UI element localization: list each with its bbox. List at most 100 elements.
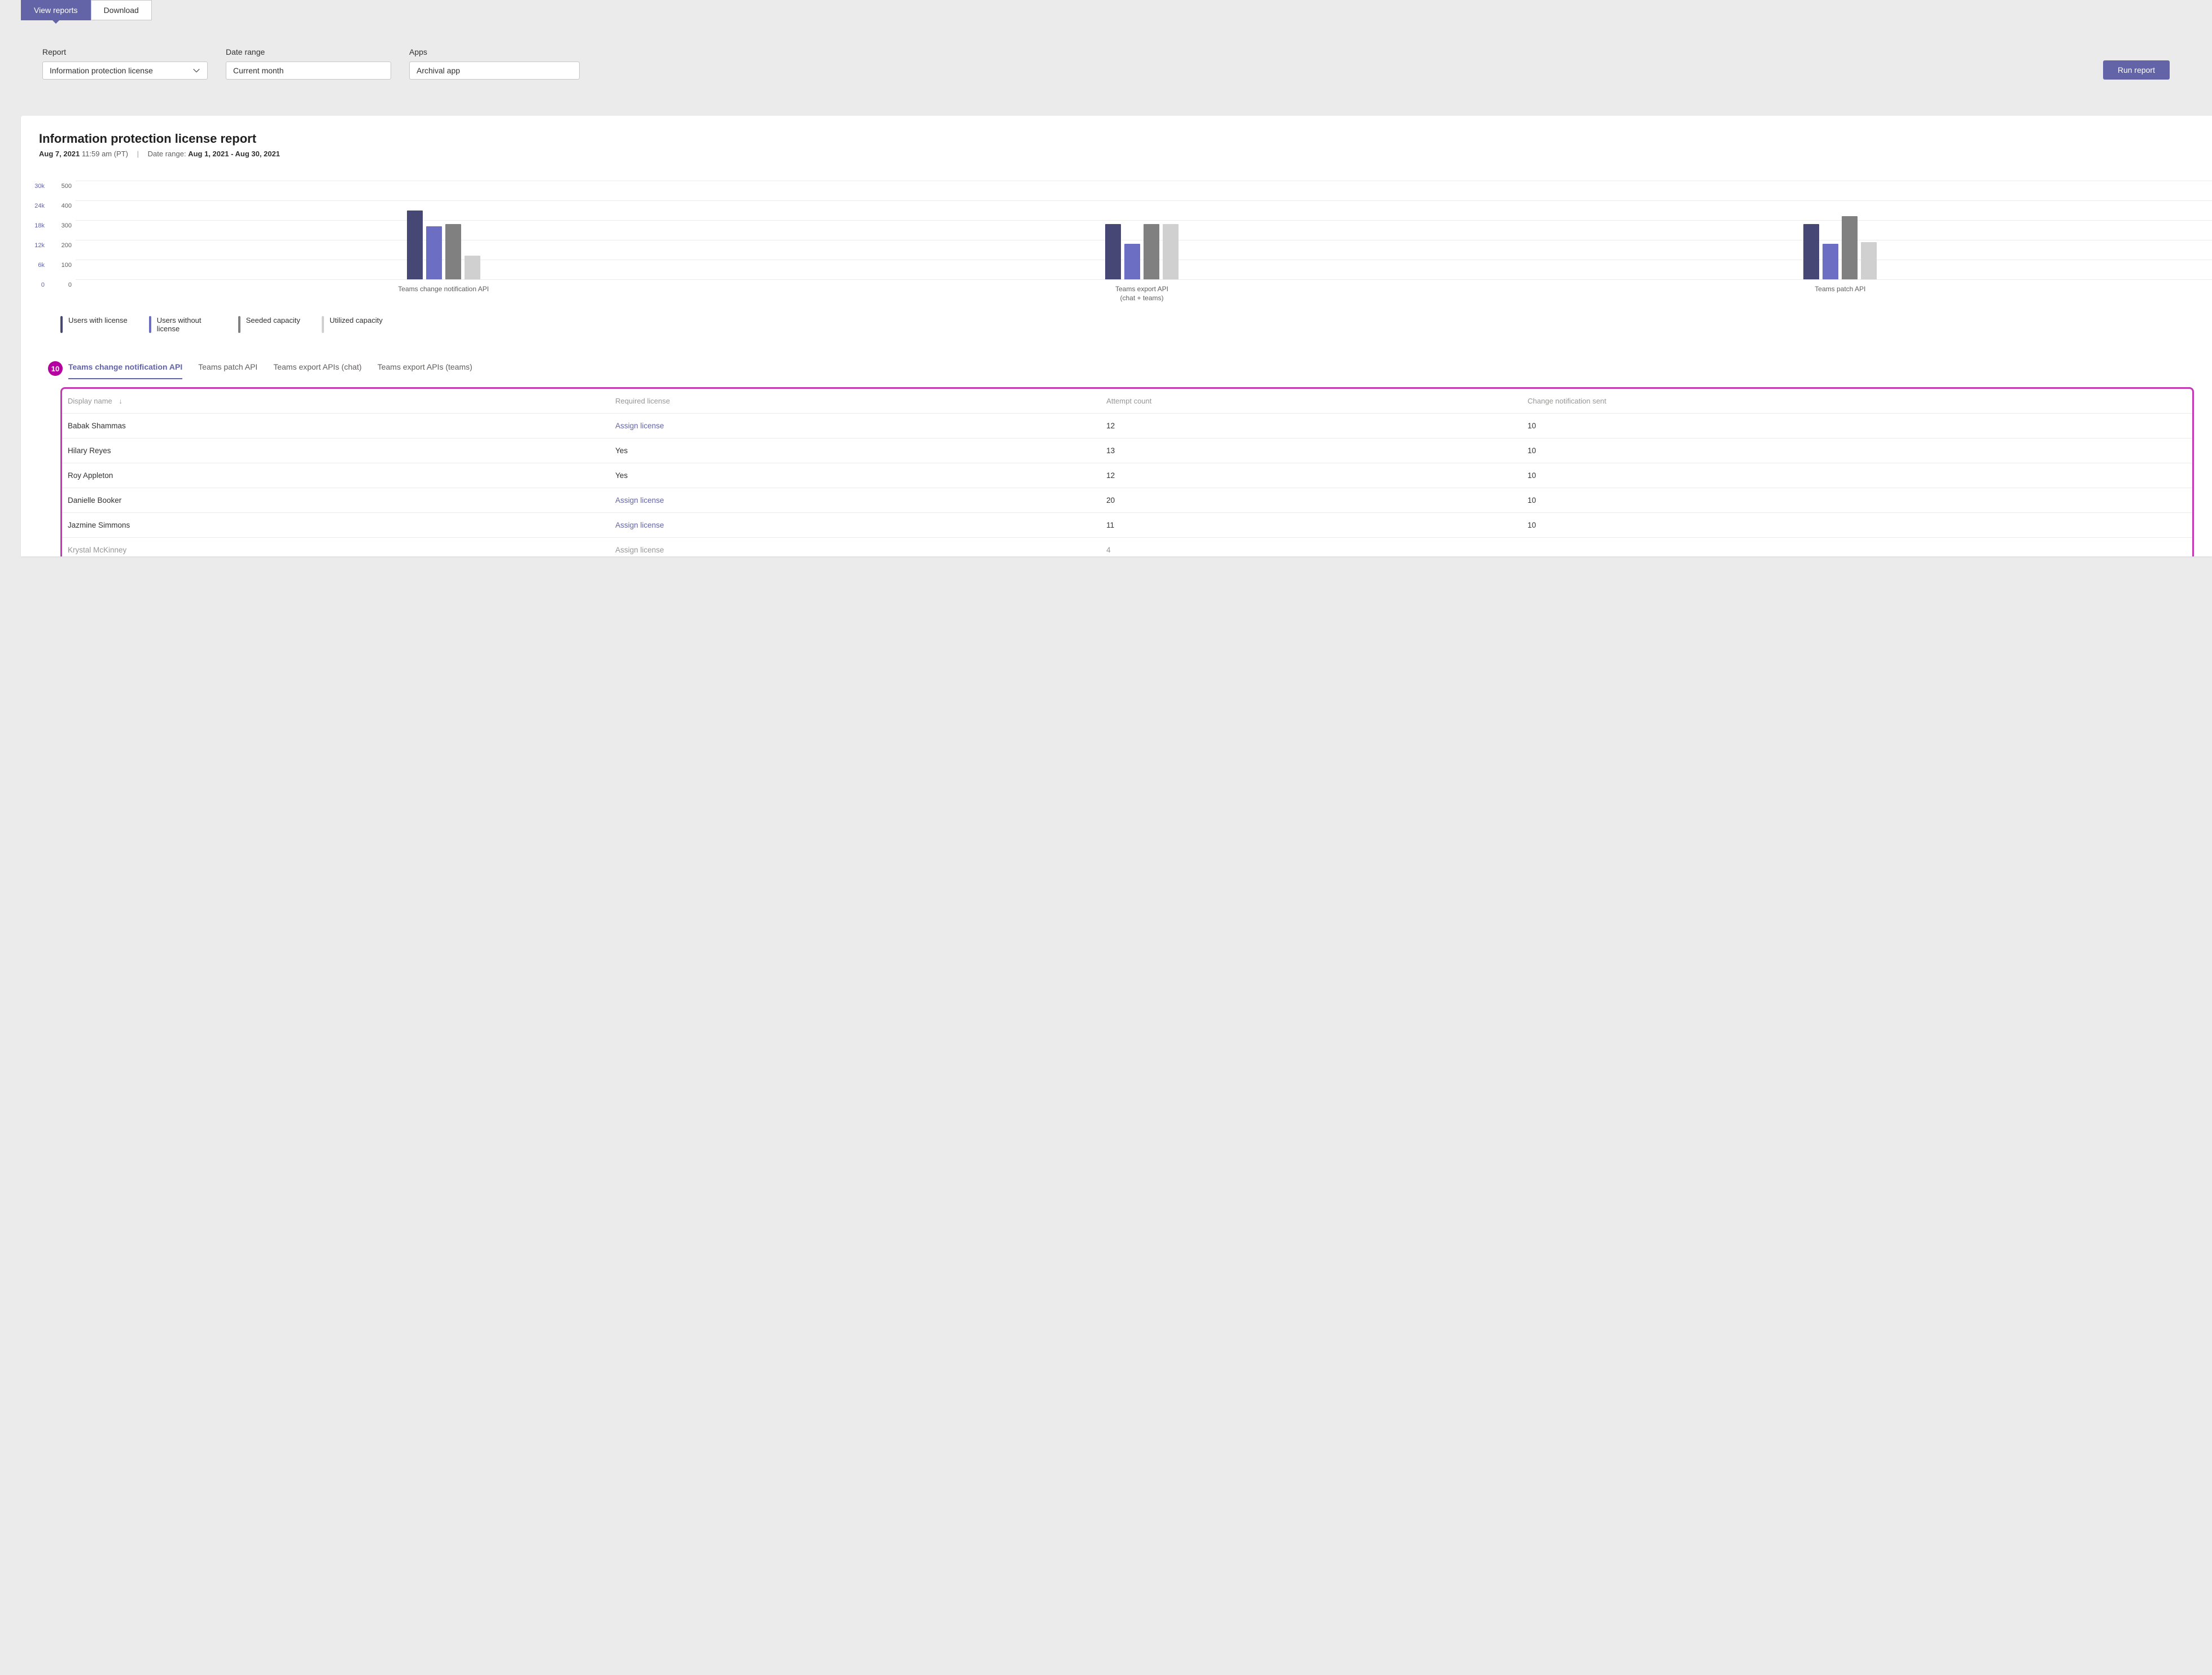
subtab-export-chat[interactable]: Teams export APIs (chat) (273, 358, 361, 379)
cell-required-license: Yes (610, 439, 1101, 463)
y-right-tick: 300 (48, 222, 75, 229)
col-display-name-label: Display name (68, 397, 112, 405)
legend-swatch (238, 316, 240, 333)
col-display-name[interactable]: Display name ↓ (62, 389, 610, 414)
cell-display-name: Jazmine Simmons (62, 513, 610, 538)
tab-download[interactable]: Download (91, 0, 152, 20)
bar-group: Teams export API(chat + teams) (792, 181, 1491, 305)
subtab-patch[interactable]: Teams patch API (198, 358, 257, 379)
bar (465, 256, 480, 279)
cell-notification-sent: 10 (1522, 414, 2192, 439)
tab-view-reports[interactable]: View reports (21, 0, 91, 20)
table-highlight-outline: Display name ↓ Required license Attempt … (60, 387, 2194, 556)
report-title: Information protection license report (39, 131, 2194, 146)
apps-select[interactable]: Archival app (409, 62, 580, 80)
annotation-badge: 10 (48, 361, 63, 376)
cell-display-name: Danielle Booker (62, 488, 610, 513)
apps-select-value: Archival app (417, 66, 460, 75)
bar (426, 226, 442, 280)
col-notification-sent[interactable]: Change notification sent (1522, 389, 2192, 414)
y-right-tick: 200 (48, 242, 75, 249)
legend-swatch (149, 316, 151, 333)
sort-down-icon: ↓ (119, 397, 122, 405)
bar (1803, 224, 1819, 279)
report-timestamp-date: Aug 7, 2021 (39, 150, 80, 158)
cell-attempt-count: 12 (1101, 463, 1522, 488)
cell-display-name: Krystal McKinney (62, 538, 610, 557)
legend: Users with license Users without license S… (21, 305, 2212, 347)
y-right-tick: 100 (48, 262, 75, 269)
bar (407, 211, 423, 280)
bar (1105, 224, 1121, 279)
daterange-select[interactable]: Current month (226, 62, 391, 80)
y-left-tick: 0 (21, 282, 48, 288)
bar-groups: Teams change notification API Teams expor… (94, 181, 2189, 305)
group-label: Teams change notification API (398, 285, 489, 294)
legend-label: Utilized capacity (330, 316, 383, 325)
y-right-tick: 500 (48, 183, 75, 190)
table-row: Danielle BookerAssign license2010 (62, 488, 2192, 513)
daterange-select-value: Current month (233, 66, 283, 75)
report-select-value: Information protection license (50, 66, 153, 75)
cell-attempt-count: 13 (1101, 439, 1522, 463)
cell-required-license: Yes (610, 463, 1101, 488)
bar (1861, 242, 1877, 280)
run-report-button[interactable]: Run report (2103, 60, 2170, 80)
table-row: Roy AppletonYes1210 (62, 463, 2192, 488)
legend-item: Seeded capacity (238, 316, 300, 333)
legend-label: Users with license (68, 316, 128, 325)
filter-panel: Report Information protection license Da… (21, 33, 2191, 97)
legend-label: Seeded capacity (246, 316, 300, 325)
daterange-label: Date range (226, 47, 391, 56)
legend-label: Users without license (157, 316, 217, 333)
legend-swatch (322, 316, 324, 333)
cell-attempt-count: 20 (1101, 488, 1522, 513)
bar (1144, 224, 1159, 279)
cell-notification-sent: 10 (1522, 488, 2192, 513)
y-left-tick: 18k (21, 222, 48, 229)
legend-item: Users without license (149, 316, 217, 333)
cell-display-name: Hilary Reyes (62, 439, 610, 463)
assign-license-link[interactable]: Assign license (610, 513, 1101, 538)
bar (1823, 244, 1838, 279)
top-tabs: View reports Download (0, 0, 2212, 20)
assign-license-link[interactable]: Assign license (610, 488, 1101, 513)
group-label: Teams patch API (1815, 285, 1865, 294)
table-row: Jazmine SimmonsAssign license1110 (62, 513, 2192, 538)
bar (445, 224, 461, 279)
y-left-tick: 6k (21, 262, 48, 269)
cell-attempt-count: 4 (1101, 538, 1522, 557)
y-right-tick: 400 (48, 203, 75, 209)
report-label: Report (42, 47, 208, 56)
report-card: Information protection license report Au… (21, 116, 2212, 556)
legend-swatch (60, 316, 63, 333)
table-row: Babak ShammasAssign license1210 (62, 414, 2192, 439)
chevron-down-icon (192, 67, 200, 74)
assign-license-link[interactable]: Assign license (610, 538, 1101, 557)
col-required-license[interactable]: Required license (610, 389, 1101, 414)
y-left-tick: 12k (21, 242, 48, 249)
y-left-tick: 30k (21, 183, 48, 190)
subtab-export-teams[interactable]: Teams export APIs (teams) (378, 358, 472, 379)
legend-item: Utilized capacity (322, 316, 383, 333)
table-row: Hilary ReyesYes1310 (62, 439, 2192, 463)
report-select[interactable]: Information protection license (42, 62, 208, 80)
meta-separator: | (137, 150, 139, 158)
chart: 30k50024k40018k30012k2006k10000 Teams ch… (21, 181, 2212, 305)
cell-display-name: Babak Shammas (62, 414, 610, 439)
daterange-value: Aug 1, 2021 - Aug 30, 2021 (188, 150, 280, 158)
group-label: Teams export API(chat + teams) (1115, 285, 1168, 302)
cell-display-name: Roy Appleton (62, 463, 610, 488)
cell-notification-sent: 10 (1522, 513, 2192, 538)
bar (1842, 216, 1858, 279)
col-attempt-count[interactable]: Attempt count (1101, 389, 1522, 414)
subtab-change-notification[interactable]: Teams change notification API (68, 358, 182, 379)
assign-license-link[interactable]: Assign license (610, 414, 1101, 439)
daterange-prefix: Date range: (148, 150, 186, 158)
cell-notification-sent: 10 (1522, 439, 2192, 463)
cell-notification-sent: 10 (1522, 463, 2192, 488)
bar (1124, 244, 1140, 279)
cell-attempt-count: 11 (1101, 513, 1522, 538)
apps-label: Apps (409, 47, 580, 56)
bar (1163, 224, 1179, 279)
